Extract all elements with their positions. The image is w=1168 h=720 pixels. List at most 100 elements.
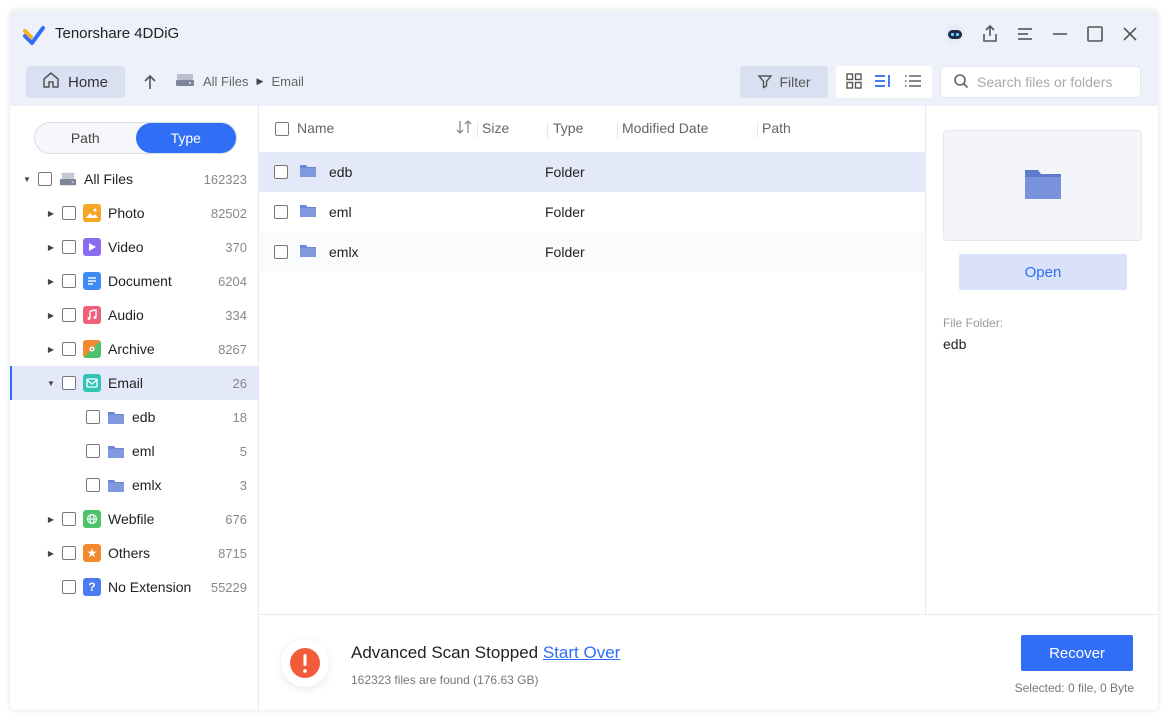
tree-item-count: 18: [232, 409, 247, 425]
select-all-checkbox[interactable]: [275, 122, 289, 136]
tree-item-photo[interactable]: ▶ Photo 82502: [10, 196, 259, 230]
tree-item-others[interactable]: ▶ ★ Others 8715: [10, 536, 259, 570]
breadcrumb-item-all-files[interactable]: All Files: [203, 74, 249, 89]
sort-icon[interactable]: [455, 119, 473, 138]
grid-view-icon[interactable]: [845, 72, 863, 93]
tree-item-video[interactable]: ▶ Video 370: [10, 230, 259, 264]
tree-item-label: edb: [132, 409, 156, 425]
tree-item-no-extension[interactable]: ? No Extension 55229: [10, 570, 259, 604]
table-row[interactable]: edb Folder: [259, 152, 925, 192]
maximize-icon[interactable]: [1083, 22, 1107, 46]
table-row[interactable]: eml Folder: [259, 192, 925, 232]
checkbox[interactable]: [62, 308, 76, 322]
search-icon: [953, 73, 969, 92]
checkbox[interactable]: [62, 580, 76, 594]
tree-item-label: Video: [108, 239, 144, 255]
folder-icon: [107, 408, 125, 426]
minimize-icon[interactable]: [1048, 22, 1072, 46]
menu-icon[interactable]: [1013, 22, 1037, 46]
checkbox[interactable]: [62, 274, 76, 288]
tree-item-email[interactable]: ▼ Email 26: [10, 366, 259, 400]
tab-path[interactable]: Path: [35, 123, 136, 153]
caret-right-icon[interactable]: ▶: [46, 344, 56, 354]
tree-item-eml[interactable]: eml 5: [10, 434, 259, 468]
row-checkbox[interactable]: [274, 165, 288, 179]
app-logo-icon: [22, 22, 46, 46]
share-icon[interactable]: [978, 22, 1002, 46]
caret-right-icon[interactable]: ▶: [46, 548, 56, 558]
checkbox[interactable]: [62, 206, 76, 220]
tree-item-webfile[interactable]: ▶ Webfile 676: [10, 502, 259, 536]
column-header-path[interactable]: Path: [762, 120, 791, 136]
checkbox[interactable]: [62, 342, 76, 356]
row-name: eml: [329, 204, 352, 220]
file-list: Name Size Type Modified Date Path edb Fo…: [259, 106, 925, 614]
view-toggle: Path Type: [34, 122, 237, 154]
checkbox[interactable]: [62, 240, 76, 254]
main-content: Path Type ▼ All Files 162323 ▶ Photo 825…: [10, 106, 1158, 710]
row-checkbox[interactable]: [274, 205, 288, 219]
recover-button[interactable]: Recover: [1021, 635, 1133, 671]
tree-item-label: emlx: [132, 477, 162, 493]
tree-item-label: Archive: [108, 341, 155, 357]
home-label: Home: [68, 73, 109, 91]
tree-item-audio[interactable]: ▶ Audio 334: [10, 298, 259, 332]
checkbox[interactable]: [86, 444, 100, 458]
tree-item-document[interactable]: ▶ Document 6204: [10, 264, 259, 298]
detail-view-icon[interactable]: [873, 72, 893, 93]
checkbox[interactable]: [38, 172, 52, 186]
tab-type[interactable]: Type: [135, 123, 236, 153]
column-header-modified-date[interactable]: Modified Date: [622, 120, 708, 136]
table-row[interactable]: emlx Folder: [259, 232, 925, 272]
caret-right-icon[interactable]: ▶: [46, 514, 56, 524]
close-icon[interactable]: [1118, 22, 1142, 46]
caret-right-icon[interactable]: ▶: [46, 276, 56, 286]
start-over-link[interactable]: Start Over: [543, 643, 620, 662]
tree-item-all-files[interactable]: ▼ All Files 162323: [10, 162, 259, 196]
column-header-type[interactable]: Type: [553, 120, 583, 136]
preview-meta-value: edb: [943, 336, 967, 352]
tree-item-label: Email: [108, 375, 144, 391]
tree-item-count: 334: [225, 307, 247, 323]
search-input[interactable]: [977, 74, 1137, 90]
checkbox[interactable]: [86, 478, 100, 492]
row-type: Folder: [545, 204, 585, 220]
email-icon: [83, 374, 101, 392]
breadcrumb-separator-icon: ▶: [256, 76, 264, 86]
column-header-name[interactable]: Name: [297, 120, 334, 136]
checkbox[interactable]: [62, 546, 76, 560]
warning-icon: [290, 648, 320, 678]
tree-item-count: 162323: [203, 171, 247, 187]
window-controls: [943, 22, 1142, 46]
assistant-robot-icon[interactable]: [943, 22, 967, 46]
archive-icon: [83, 340, 101, 358]
open-button[interactable]: Open: [959, 254, 1127, 290]
column-header-size[interactable]: Size: [482, 120, 509, 136]
tree-item-label: Others: [108, 545, 151, 561]
tree-item-edb[interactable]: edb 18: [10, 400, 259, 434]
tree-item-count: 8267: [218, 341, 247, 357]
caret-down-icon[interactable]: ▼: [22, 174, 32, 184]
home-button[interactable]: Home: [26, 66, 125, 98]
checkbox[interactable]: [62, 376, 76, 390]
caret-right-icon[interactable]: ▶: [46, 208, 56, 218]
folder-icon: [299, 203, 317, 221]
checkbox[interactable]: [62, 512, 76, 526]
tree-item-archive[interactable]: ▶ Archive 8267: [10, 332, 259, 366]
web-icon: [83, 510, 101, 528]
filter-button[interactable]: Filter: [740, 66, 828, 98]
tree-item-emlx[interactable]: emlx 3: [10, 468, 259, 502]
caret-down-icon[interactable]: ▼: [46, 378, 56, 388]
preview-panel: Open File Folder: edb: [925, 106, 1158, 614]
alert-badge: [281, 639, 329, 687]
checkbox[interactable]: [86, 410, 100, 424]
app-title: Tenorshare 4DDiG: [55, 25, 180, 42]
tree-item-count: 676: [225, 511, 247, 527]
list-view-icon[interactable]: [903, 72, 923, 93]
row-checkbox[interactable]: [274, 245, 288, 259]
caret-right-icon[interactable]: ▶: [46, 242, 56, 252]
row-name: emlx: [329, 244, 359, 260]
breadcrumb-item-email[interactable]: Email: [271, 74, 304, 89]
caret-right-icon[interactable]: ▶: [46, 310, 56, 320]
up-arrow-button[interactable]: [138, 70, 162, 94]
